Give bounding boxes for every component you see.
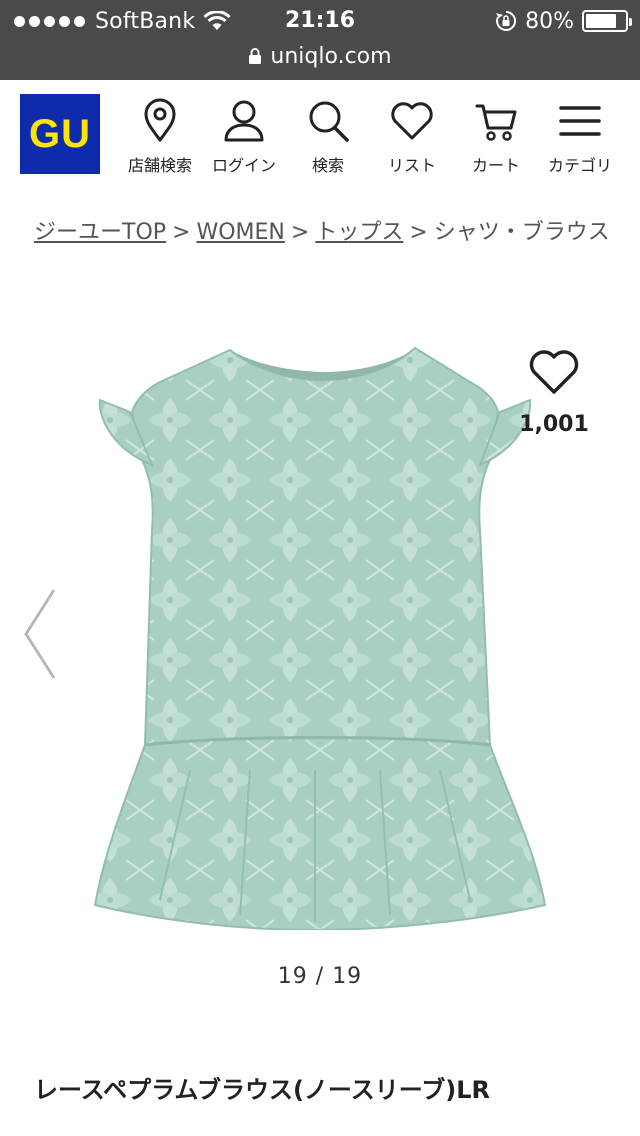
favorite-count: 1,001: [519, 412, 589, 437]
url-bar[interactable]: uniqlo.com: [0, 40, 640, 72]
image-pager: 19 / 19: [277, 964, 363, 989]
nav-login[interactable]: ログイン: [202, 98, 286, 178]
nav-label: ログイン: [211, 156, 276, 175]
map-pin-icon: [144, 98, 176, 142]
breadcrumb-separator: >: [172, 220, 191, 245]
nav-category[interactable]: カテゴリ: [538, 98, 622, 178]
gu-logo[interactable]: GU: [20, 94, 100, 174]
product-image: [93, 346, 547, 930]
battery-level: [586, 14, 617, 28]
heart-icon[interactable]: [528, 348, 580, 396]
battery-icon: [582, 10, 632, 32]
product-name: レースペプラムブラウス(ノースリーブ)LR: [34, 1076, 491, 1104]
battery-percent: 80%: [525, 8, 574, 34]
product-gallery[interactable]: 1,001: [0, 330, 640, 930]
menu-icon: [559, 106, 601, 136]
favorite-widget[interactable]: 1,001: [519, 348, 589, 437]
breadcrumb-link-tops[interactable]: トップス: [315, 220, 403, 245]
nav-label: カート: [471, 156, 520, 175]
nav-list[interactable]: リスト: [370, 98, 454, 178]
nav-label: 店舗検索: [127, 156, 192, 175]
breadcrumb-link-women[interactable]: WOMEN: [196, 220, 284, 245]
nav-label: リスト: [387, 156, 436, 175]
heart-icon: [391, 102, 433, 140]
rotation-lock-icon: [496, 10, 517, 31]
cart-icon: [475, 104, 517, 141]
nav-label: 検索: [311, 156, 344, 175]
nav-search[interactable]: 検索: [286, 98, 370, 178]
breadcrumb-current: シャツ・ブラウス: [433, 220, 610, 245]
breadcrumb-link-top[interactable]: ジーユーTOP: [34, 220, 166, 245]
status-right: 80%: [495, 6, 632, 36]
breadcrumb-separator: >: [409, 220, 428, 245]
url-text: uniqlo.com: [270, 43, 392, 69]
logo-text: GU: [29, 111, 91, 156]
nav-store-search[interactable]: 店舗検索: [118, 98, 202, 178]
breadcrumb-separator: >: [290, 220, 310, 245]
user-icon: [224, 100, 264, 142]
status-bar: SoftBank 21:16 80% uniqlo.com: [0, 0, 640, 80]
breadcrumb: ジーユーTOP > WOMEN > トップス > シャツ・ブラウス: [34, 216, 614, 250]
nav-cart[interactable]: カート: [454, 98, 538, 178]
prev-image-arrow-icon[interactable]: [18, 586, 60, 682]
lock-icon: [249, 48, 262, 64]
site-header: GU 店舗検索 ログイン 検索 リスト カート カテゴリ: [0, 80, 640, 184]
nav-label: カテゴリ: [547, 156, 612, 175]
search-icon: [309, 101, 349, 142]
